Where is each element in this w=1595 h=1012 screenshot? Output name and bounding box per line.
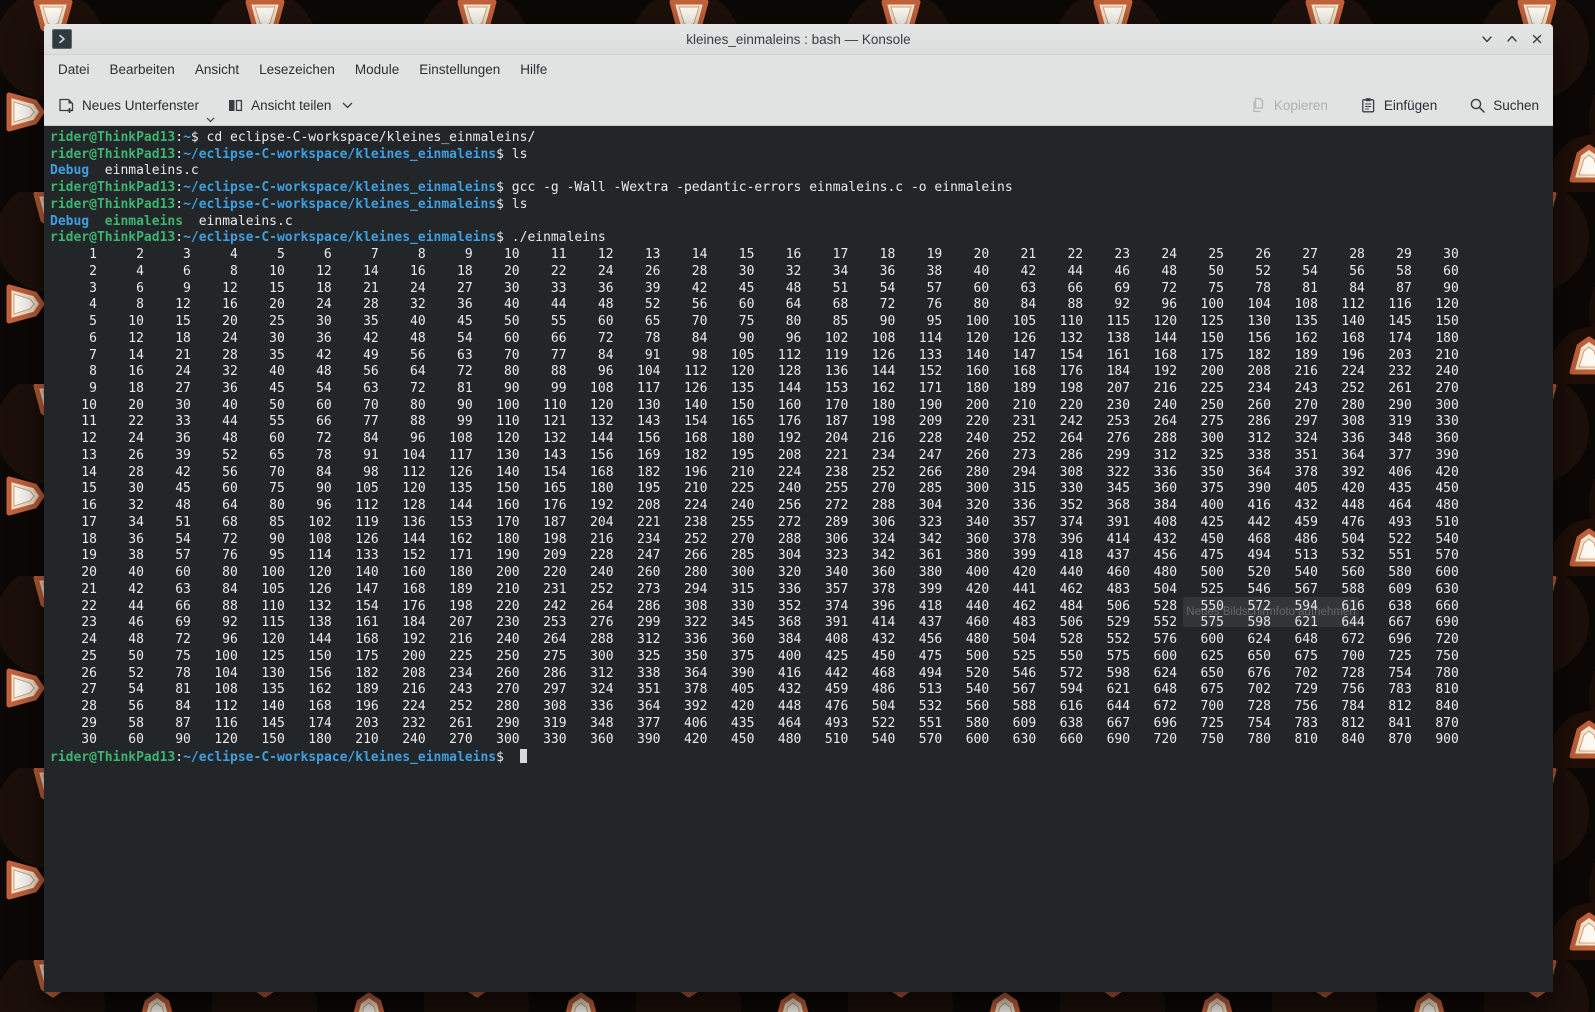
multiplication-table-row: 3 6 9 12 15 18 21 24 27 30 33 36 39 42 4…	[50, 281, 1553, 298]
multiplication-table-row: 25 50 75 100 125 150 175 200 225 250 275…	[50, 649, 1553, 666]
konsole-window: kleines_einmaleins : bash — Konsole Date…	[44, 24, 1553, 992]
multiplication-table-row: 14 28 42 56 70 84 98 112 126 140 154 168…	[50, 465, 1553, 482]
multiplication-table-row: 15 30 45 60 75 90 105 120 135 150 165 18…	[50, 481, 1553, 498]
paste-button[interactable]: Einfügen	[1360, 97, 1437, 114]
split-view-icon	[227, 97, 244, 114]
menu-bearbeiten[interactable]: Bearbeiten	[100, 55, 185, 85]
multiplication-table-row: 18 36 54 72 90 108 126 144 162 180 198 2…	[50, 532, 1553, 549]
multiplication-table-row: 5 10 15 20 25 30 35 40 45 50 55 60 65 70…	[50, 314, 1553, 331]
window-controls	[1479, 31, 1545, 47]
multiplication-table-row: 8 16 24 32 40 48 56 64 72 80 88 96 104 1…	[50, 364, 1553, 381]
multiplication-table-row: 2 4 6 8 10 12 14 16 18 20 22 24 26 28 30…	[50, 264, 1553, 281]
split-view-chevron-down-icon	[342, 102, 353, 109]
copy-button[interactable]: Kopieren	[1250, 97, 1328, 114]
menu-lesezeichen[interactable]: Lesezeichen	[249, 55, 345, 85]
multiplication-table-row: 30 60 90 120 150 180 210 240 270 300 330…	[50, 732, 1553, 749]
terminal-line: rider@ThinkPad13:~/eclipse-C-workspace/k…	[50, 749, 1553, 767]
multiplication-table-row: 4 8 12 16 20 24 28 32 36 40 44 48 52 56 …	[50, 297, 1553, 314]
multiplication-table-row: 16 32 48 64 80 96 112 128 144 160 176 19…	[50, 498, 1553, 515]
multiplication-table-row: 17 34 51 68 85 102 119 136 153 170 187 2…	[50, 515, 1553, 532]
multiplication-table-row: 28 56 84 112 140 168 196 224 252 280 308…	[50, 699, 1553, 716]
split-view-button[interactable]: Ansicht teilen	[227, 97, 353, 114]
multiplication-table-row: 22 44 66 88 110 132 154 176 198 220 242 …	[50, 599, 1553, 616]
paste-label: Einfügen	[1384, 98, 1437, 113]
multiplication-table-row: 1 2 3 4 5 6 7 8 9 10 11 12 13 14 15 16 1…	[50, 247, 1553, 264]
maximize-icon[interactable]	[1504, 31, 1520, 47]
menu-datei[interactable]: Datei	[48, 55, 100, 85]
new-tab-button[interactable]: Neues Unterfenster	[58, 97, 199, 114]
multiplication-table-row: 27 54 81 108 135 162 189 216 243 270 297…	[50, 682, 1553, 699]
multiplication-table-row: 11 22 33 44 55 66 77 88 99 110 121 132 1…	[50, 414, 1553, 431]
menu-hilfe[interactable]: Hilfe	[510, 55, 557, 85]
window-title: kleines_einmaleins : bash — Konsole	[44, 32, 1553, 47]
multiplication-table-row: 7 14 21 28 35 42 49 56 63 70 77 84 91 98…	[50, 348, 1553, 365]
multiplication-table-row: 26 52 78 104 130 156 182 208 234 260 286…	[50, 666, 1553, 683]
terminal-line: rider@ThinkPad13:~/eclipse-C-workspace/k…	[50, 197, 1553, 214]
new-tab-icon	[58, 97, 75, 114]
multiplication-table-row: 20 40 60 80 100 120 140 160 180 200 220 …	[50, 565, 1553, 582]
menubar: Datei Bearbeiten Ansicht Lesezeichen Mod…	[44, 55, 1553, 85]
menu-einstellungen[interactable]: Einstellungen	[409, 55, 510, 85]
konsole-app-icon	[52, 29, 72, 49]
copy-label: Kopieren	[1274, 98, 1328, 113]
terminal-cursor	[520, 749, 528, 763]
multiplication-table-row: 24 48 72 96 120 144 168 192 216 240 264 …	[50, 632, 1553, 649]
multiplication-table-row: 9 18 27 36 45 54 63 72 81 90 99 108 117 …	[50, 381, 1553, 398]
multiplication-table-row: 12 24 36 48 60 72 84 96 108 120 132 144 …	[50, 431, 1553, 448]
terminal-line: rider@ThinkPad13:~/eclipse-C-workspace/k…	[50, 230, 1553, 247]
multiplication-table-row: 13 26 39 52 65 78 91 104 117 130 143 156…	[50, 448, 1553, 465]
desktop: kleines_einmaleins : bash — Konsole Date…	[0, 0, 1595, 1012]
terminal-line: Debug einmaleins einmaleins.c	[50, 214, 1553, 231]
search-button[interactable]: Suchen	[1469, 97, 1539, 114]
terminal-output: rider@ThinkPad13:~$ cd eclipse-C-workspa…	[50, 130, 1553, 767]
multiplication-table-row: 21 42 63 84 105 126 147 168 189 210 231 …	[50, 582, 1553, 599]
multiplication-table-row: 29 58 87 116 145 174 203 232 261 290 319…	[50, 716, 1553, 733]
terminal-line: Debug einmaleins.c	[50, 163, 1553, 180]
titlebar[interactable]: kleines_einmaleins : bash — Konsole	[44, 24, 1553, 55]
terminal-area[interactable]: rider@ThinkPad13:~$ cd eclipse-C-workspa…	[44, 126, 1553, 992]
toolbar: Neues Unterfenster Ansicht teilen	[44, 85, 1553, 126]
split-view-label: Ansicht teilen	[251, 98, 331, 113]
search-icon	[1469, 97, 1486, 114]
search-label: Suchen	[1493, 98, 1539, 113]
multiplication-table-row: 10 20 30 40 50 60 70 80 90 100 110 120 1…	[50, 398, 1553, 415]
menu-module[interactable]: Module	[345, 55, 409, 85]
terminal-line: rider@ThinkPad13:~/eclipse-C-workspace/k…	[50, 147, 1553, 164]
multiplication-table-row: 19 38 57 76 95 114 133 152 171 190 209 2…	[50, 548, 1553, 565]
new-tab-chevron-down-icon	[206, 117, 215, 123]
close-icon[interactable]	[1529, 31, 1545, 47]
copy-icon	[1250, 97, 1267, 114]
terminal-line: rider@ThinkPad13:~/eclipse-C-workspace/k…	[50, 180, 1553, 197]
terminal-line: rider@ThinkPad13:~$ cd eclipse-C-workspa…	[50, 130, 1553, 147]
paste-icon	[1360, 97, 1377, 114]
menu-ansicht[interactable]: Ansicht	[185, 55, 249, 85]
new-tab-label: Neues Unterfenster	[82, 98, 199, 113]
minimize-icon[interactable]	[1479, 31, 1495, 47]
multiplication-table-row: 6 12 18 24 30 36 42 48 54 60 66 72 78 84…	[50, 331, 1553, 348]
multiplication-table-row: 23 46 69 92 115 138 161 184 207 230 253 …	[50, 615, 1553, 632]
